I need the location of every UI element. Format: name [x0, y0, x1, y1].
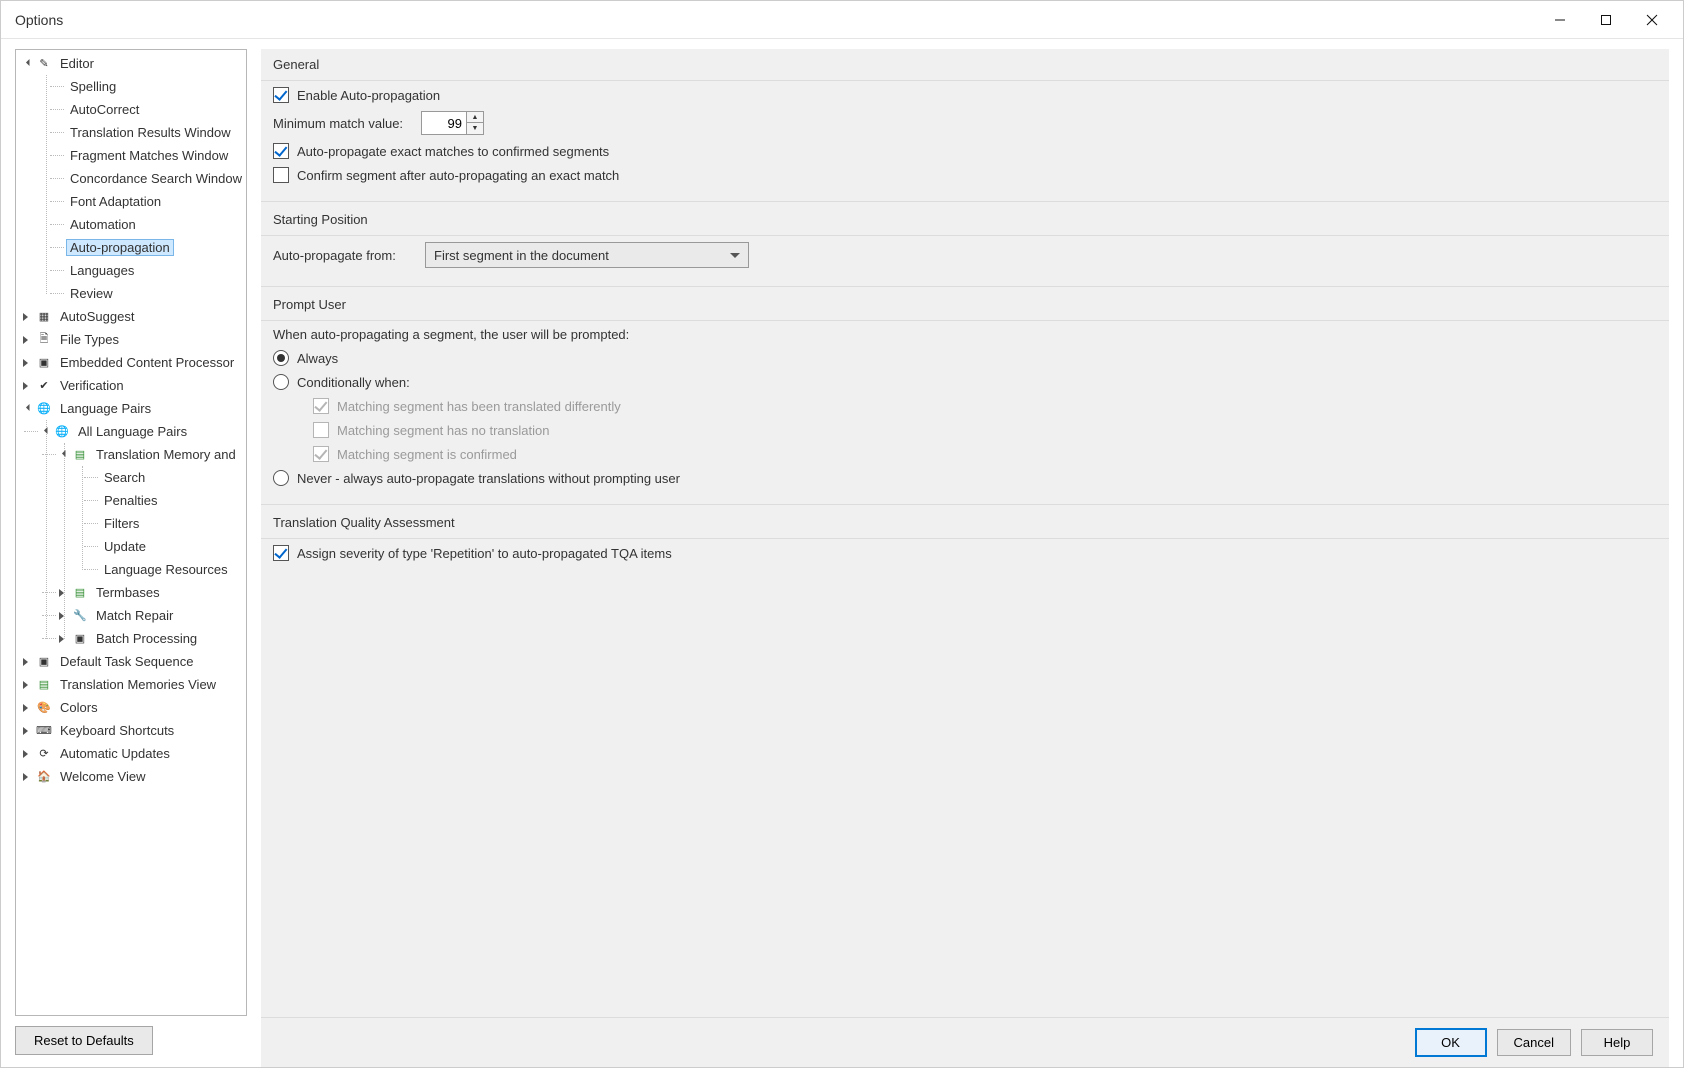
content-panel: General Enable Auto-propagation Minimum …: [261, 49, 1669, 1067]
select-from[interactable]: First segment in the document: [425, 242, 749, 268]
globe-icon: 🌐: [54, 424, 70, 440]
group-prompt: Prompt User When auto-propagating a segm…: [261, 289, 1669, 505]
radio-always[interactable]: [273, 350, 289, 366]
tree-tm[interactable]: ▤Translation Memory and: [16, 443, 246, 466]
spinner-up[interactable]: ▲: [467, 112, 483, 123]
group-general: General Enable Auto-propagation Minimum …: [261, 49, 1669, 202]
close-button[interactable]: [1629, 4, 1675, 36]
check-icon: ✔: [36, 378, 52, 394]
tree-ecp[interactable]: ▣Embedded Content Processor: [16, 351, 246, 374]
tree-matchrepair[interactable]: 🔧Match Repair: [16, 604, 246, 627]
tree-verification[interactable]: ✔Verification: [16, 374, 246, 397]
group-general-title: General: [261, 49, 1669, 78]
tree-shortcuts[interactable]: ⌨Keyboard Shortcuts: [16, 719, 246, 742]
group-tqa-title: Translation Quality Assessment: [261, 507, 1669, 536]
tree-fmw[interactable]: Fragment Matches Window: [16, 144, 246, 167]
palette-icon: 🎨: [36, 700, 52, 716]
group-starting: Starting Position Auto-propagate from: F…: [261, 204, 1669, 287]
spinner-down[interactable]: ▼: [467, 123, 483, 134]
lbl-cond3: Matching segment is confirmed: [337, 447, 517, 462]
tree-updates[interactable]: ⟳Automatic Updates: [16, 742, 246, 765]
tree-spelling[interactable]: Spelling: [16, 75, 246, 98]
lbl-never: Never - always auto-propagate translatio…: [297, 471, 680, 486]
tree-penalties[interactable]: Penalties: [16, 489, 246, 512]
tree-dts[interactable]: ▣Default Task Sequence: [16, 650, 246, 673]
lbl-from: Auto-propagate from:: [273, 248, 417, 263]
input-min-match[interactable]: [422, 112, 466, 134]
box-icon: ▦: [36, 309, 52, 325]
ok-button[interactable]: OK: [1415, 1028, 1487, 1057]
tree-trw[interactable]: Translation Results Window: [16, 121, 246, 144]
maximize-button[interactable]: [1583, 4, 1629, 36]
select-from-value: First segment in the document: [434, 248, 609, 263]
cb-exact-confirmed[interactable]: [273, 143, 289, 159]
tree-termbases[interactable]: ▤Termbases: [16, 581, 246, 604]
processor-icon: ▣: [36, 355, 52, 371]
minimize-button[interactable]: [1537, 4, 1583, 36]
spinner-min-match[interactable]: ▲▼: [421, 111, 484, 135]
lbl-enable-autoprop: Enable Auto-propagation: [297, 88, 440, 103]
tree-batch[interactable]: ▣Batch Processing: [16, 627, 246, 650]
globe-icon: 🌐: [36, 401, 52, 417]
window-title: Options: [9, 12, 63, 28]
dialog-footer: OK Cancel Help: [261, 1017, 1669, 1067]
group-prompt-title: Prompt User: [261, 289, 1669, 318]
group-starting-title: Starting Position: [261, 204, 1669, 233]
lbl-cond: Conditionally when:: [297, 375, 410, 390]
tree-csw[interactable]: Concordance Search Window: [16, 167, 246, 190]
nav-tree[interactable]: ✎Editor Spelling AutoCorrect Translation…: [15, 49, 247, 1016]
cancel-button[interactable]: Cancel: [1497, 1029, 1571, 1056]
tree-search[interactable]: Search: [16, 466, 246, 489]
tree-welcome[interactable]: 🏠Welcome View: [16, 765, 246, 788]
help-button[interactable]: Help: [1581, 1029, 1653, 1056]
group-tqa: Translation Quality Assessment Assign se…: [261, 507, 1669, 579]
cb-cond1: [313, 398, 329, 414]
update-icon: ⟳: [36, 746, 52, 762]
lbl-tqa-assign: Assign severity of type 'Repetition' to …: [297, 546, 672, 561]
file-icon: 🗎: [36, 332, 52, 348]
reset-defaults-button[interactable]: Reset to Defaults: [15, 1026, 153, 1055]
radio-cond[interactable]: [273, 374, 289, 390]
lbl-exact-confirmed: Auto-propagate exact matches to confirme…: [297, 144, 609, 159]
tree-tmview[interactable]: ▤Translation Memories View: [16, 673, 246, 696]
tree-autoprop[interactable]: Auto-propagation: [16, 236, 246, 259]
cb-enable-autoprop[interactable]: [273, 87, 289, 103]
tree-langres[interactable]: Language Resources: [16, 558, 246, 581]
tree-automation[interactable]: Automation: [16, 213, 246, 236]
sequence-icon: ▣: [36, 654, 52, 670]
lbl-cond2: Matching segment has no translation: [337, 423, 549, 438]
tree-filters[interactable]: Filters: [16, 512, 246, 535]
cb-cond2: [313, 422, 329, 438]
tree-autocorrect[interactable]: AutoCorrect: [16, 98, 246, 121]
tm-icon: ▤: [72, 447, 88, 463]
tree-allpairs[interactable]: 🌐All Language Pairs: [16, 420, 246, 443]
lbl-confirm-after: Confirm segment after auto-propagating a…: [297, 168, 619, 183]
tree-colors[interactable]: 🎨Colors: [16, 696, 246, 719]
tm-icon: ▤: [36, 677, 52, 693]
wrench-icon: 🔧: [72, 608, 88, 624]
batch-icon: ▣: [72, 631, 88, 647]
lbl-prompt-intro: When auto-propagating a segment, the use…: [273, 327, 629, 342]
titlebar: Options: [1, 1, 1683, 39]
tree-filetypes[interactable]: 🗎File Types: [16, 328, 246, 351]
lbl-min-match: Minimum match value:: [273, 116, 413, 131]
cb-confirm-after[interactable]: [273, 167, 289, 183]
tree-font[interactable]: Font Adaptation: [16, 190, 246, 213]
tree-languages[interactable]: Languages: [16, 259, 246, 282]
tree-review[interactable]: Review: [16, 282, 246, 305]
lbl-cond1: Matching segment has been translated dif…: [337, 399, 621, 414]
keyboard-icon: ⌨: [36, 723, 52, 739]
cb-cond3: [313, 446, 329, 462]
tree-update[interactable]: Update: [16, 535, 246, 558]
lbl-always: Always: [297, 351, 338, 366]
options-window: Options ✎Editor Spelling AutoCorrect Tra…: [0, 0, 1684, 1068]
home-icon: 🏠: [36, 769, 52, 785]
pencil-icon: ✎: [36, 56, 52, 72]
tree-langpairs[interactable]: 🌐Language Pairs: [16, 397, 246, 420]
tree-editor[interactable]: ✎Editor: [16, 52, 246, 75]
cb-tqa-assign[interactable]: [273, 545, 289, 561]
termbase-icon: ▤: [72, 585, 88, 601]
radio-never[interactable]: [273, 470, 289, 486]
tree-autosuggest[interactable]: ▦AutoSuggest: [16, 305, 246, 328]
